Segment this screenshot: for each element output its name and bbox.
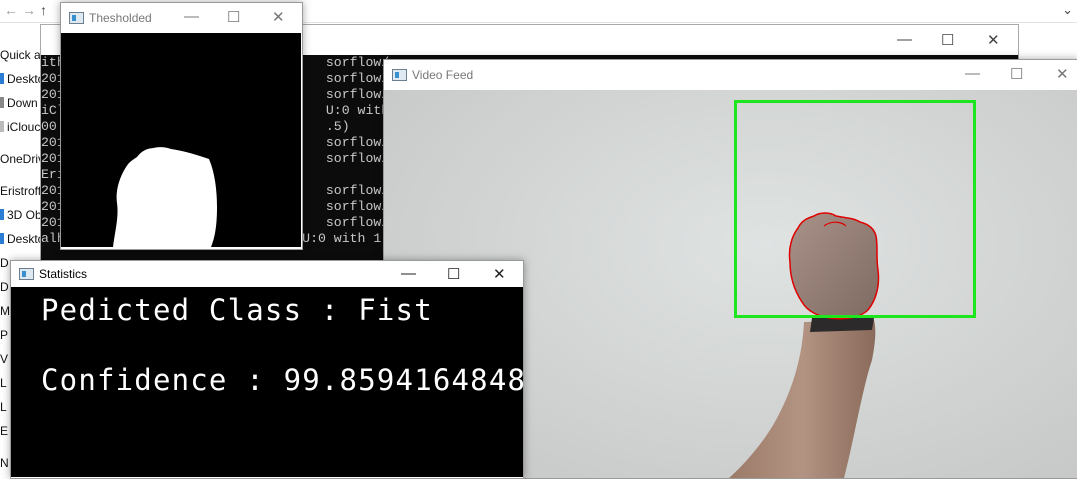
maximize-icon[interactable]: ☐ (447, 265, 460, 283)
window-app-icon (19, 268, 34, 280)
close-icon[interactable]: ✕ (987, 31, 1000, 49)
nav-item-d2[interactable]: D (0, 280, 9, 294)
nav-item-videos[interactable]: V (0, 352, 8, 366)
minimize-icon[interactable]: — (897, 31, 912, 48)
video-feed-titlebar[interactable]: Video Feed — ☐ ✕ (384, 60, 1077, 90)
nav-item-icloud[interactable]: iClouc (0, 120, 40, 134)
window-title: Thesholded (89, 11, 152, 25)
hand-mask (113, 147, 217, 247)
minimize-icon[interactable]: — (401, 265, 416, 282)
window-title: Statistics (39, 267, 88, 281)
forward-arrow-icon[interactable]: → (22, 2, 36, 18)
statistics-window: Statistics — ☐ ✕ Pedicted Class : Fist C… (10, 260, 524, 479)
nav-item-quick-access[interactable]: Quick a (0, 48, 41, 62)
threshold-image (61, 33, 301, 247)
nav-item-drive-3[interactable]: E (0, 424, 8, 438)
statistics-canvas: Pedicted Class : Fist Confidence : 99.85… (11, 287, 523, 477)
nav-item-network[interactable]: N (0, 456, 9, 470)
nav-item-local-disk[interactable]: L (0, 376, 7, 390)
close-icon[interactable]: ✕ (272, 8, 285, 26)
chevron-down-icon[interactable]: ⌄ (1062, 2, 1073, 18)
nav-item-pictures[interactable]: P (0, 328, 8, 342)
nav-item-documents[interactable]: D (0, 256, 9, 270)
folder-icon (0, 209, 4, 220)
nav-item-3d-objects[interactable]: 3D Ob (0, 208, 42, 222)
thresholded-window: Thesholded — ☐ ✕ (60, 2, 303, 250)
download-icon (0, 97, 4, 108)
window-title: Video Feed (412, 68, 474, 82)
thresholded-titlebar[interactable]: Thesholded — ☐ ✕ (61, 3, 302, 33)
window-app-icon (69, 12, 84, 24)
folder-icon (0, 233, 4, 244)
nav-item-downloads[interactable]: Down (0, 96, 38, 110)
roi-box (734, 100, 976, 318)
maximize-icon[interactable]: ☐ (227, 8, 240, 26)
confidence-text: Confidence : 99.85941648483 (41, 363, 523, 397)
cloud-icon (0, 121, 4, 132)
window-app-icon (392, 69, 407, 81)
nav-item-music[interactable]: M (0, 304, 10, 318)
back-arrow-icon[interactable]: ← (4, 2, 18, 18)
folder-icon (0, 73, 4, 84)
nav-item-desktop[interactable]: Deskto (0, 72, 44, 86)
close-icon[interactable]: ✕ (1056, 65, 1069, 83)
nav-item-desktop-2[interactable]: Deskto (0, 232, 44, 246)
predicted-class-text: Pedicted Class : Fist (41, 293, 433, 327)
up-arrow-icon[interactable]: ↑ (40, 2, 47, 18)
nav-item-onedrive[interactable]: OneDriv (0, 152, 44, 166)
nav-item-user[interactable]: Eristroff (0, 184, 41, 198)
nav-item-drive-2[interactable]: L (0, 400, 7, 414)
minimize-icon[interactable]: — (184, 8, 199, 25)
maximize-icon[interactable]: ☐ (1010, 65, 1023, 83)
minimize-icon[interactable]: — (965, 65, 980, 82)
statistics-titlebar[interactable]: Statistics — ☐ ✕ (11, 261, 523, 287)
close-icon[interactable]: ✕ (493, 265, 506, 283)
maximize-icon[interactable]: ☐ (941, 31, 954, 49)
